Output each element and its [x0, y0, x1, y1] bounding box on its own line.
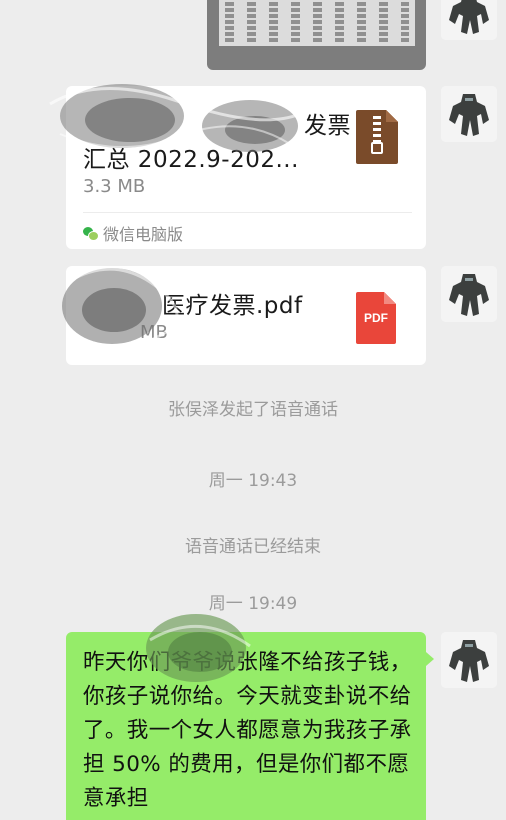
robot-avatar-icon: [441, 266, 497, 322]
file-message-zip[interactable]: 发票 汇总 2022.9-202... 3.3 MB 微信电脑版: [66, 86, 426, 249]
sender-avatar[interactable]: [441, 0, 497, 40]
file-name-line2: 汇总 2022.9-202...: [83, 147, 299, 173]
sender-avatar[interactable]: [441, 86, 497, 142]
spreadsheet-image: [219, 0, 415, 46]
system-message: 张俣泽发起了语音通话: [168, 400, 338, 420]
file-source-label: 微信电脑版: [103, 225, 184, 244]
robot-avatar-icon: [441, 86, 497, 142]
chat-screen: 发票 汇总 2022.9-202... 3.3 MB 微信电脑版 医疗发票.pd…: [0, 0, 506, 820]
message-text: 昨天你们爷爷说张隆不给孩子钱，你孩子说你给。今天就变卦说不给了。我一个女人都愿意…: [83, 650, 412, 811]
zip-file-icon: [356, 110, 398, 164]
system-message: 语音通话已经结束: [185, 537, 321, 557]
sender-avatar[interactable]: [441, 266, 497, 322]
timestamp: 周一 19:43: [208, 471, 298, 491]
file-size: 3.3 MB: [83, 176, 146, 197]
divider: [83, 212, 412, 213]
wechat-icon: [83, 227, 99, 241]
file-name: 医疗发票.pdf: [162, 293, 303, 319]
pdf-file-icon: PDF: [356, 292, 396, 344]
file-source: 微信电脑版: [83, 221, 183, 245]
sender-avatar[interactable]: [441, 632, 497, 688]
file-size: MB: [140, 322, 168, 343]
image-message[interactable]: [207, 0, 426, 70]
timestamp: 周一 19:49: [208, 594, 298, 614]
robot-avatar-icon: [441, 0, 497, 40]
robot-avatar-icon: [441, 632, 497, 688]
text-message-sent[interactable]: 昨天你们爷爷说张隆不给孩子钱，你孩子说你给。今天就变卦说不给了。我一个女人都愿意…: [66, 632, 434, 820]
file-message-pdf[interactable]: 医疗发票.pdf MB PDF: [66, 266, 426, 365]
file-name-line1: 发票: [304, 113, 351, 139]
